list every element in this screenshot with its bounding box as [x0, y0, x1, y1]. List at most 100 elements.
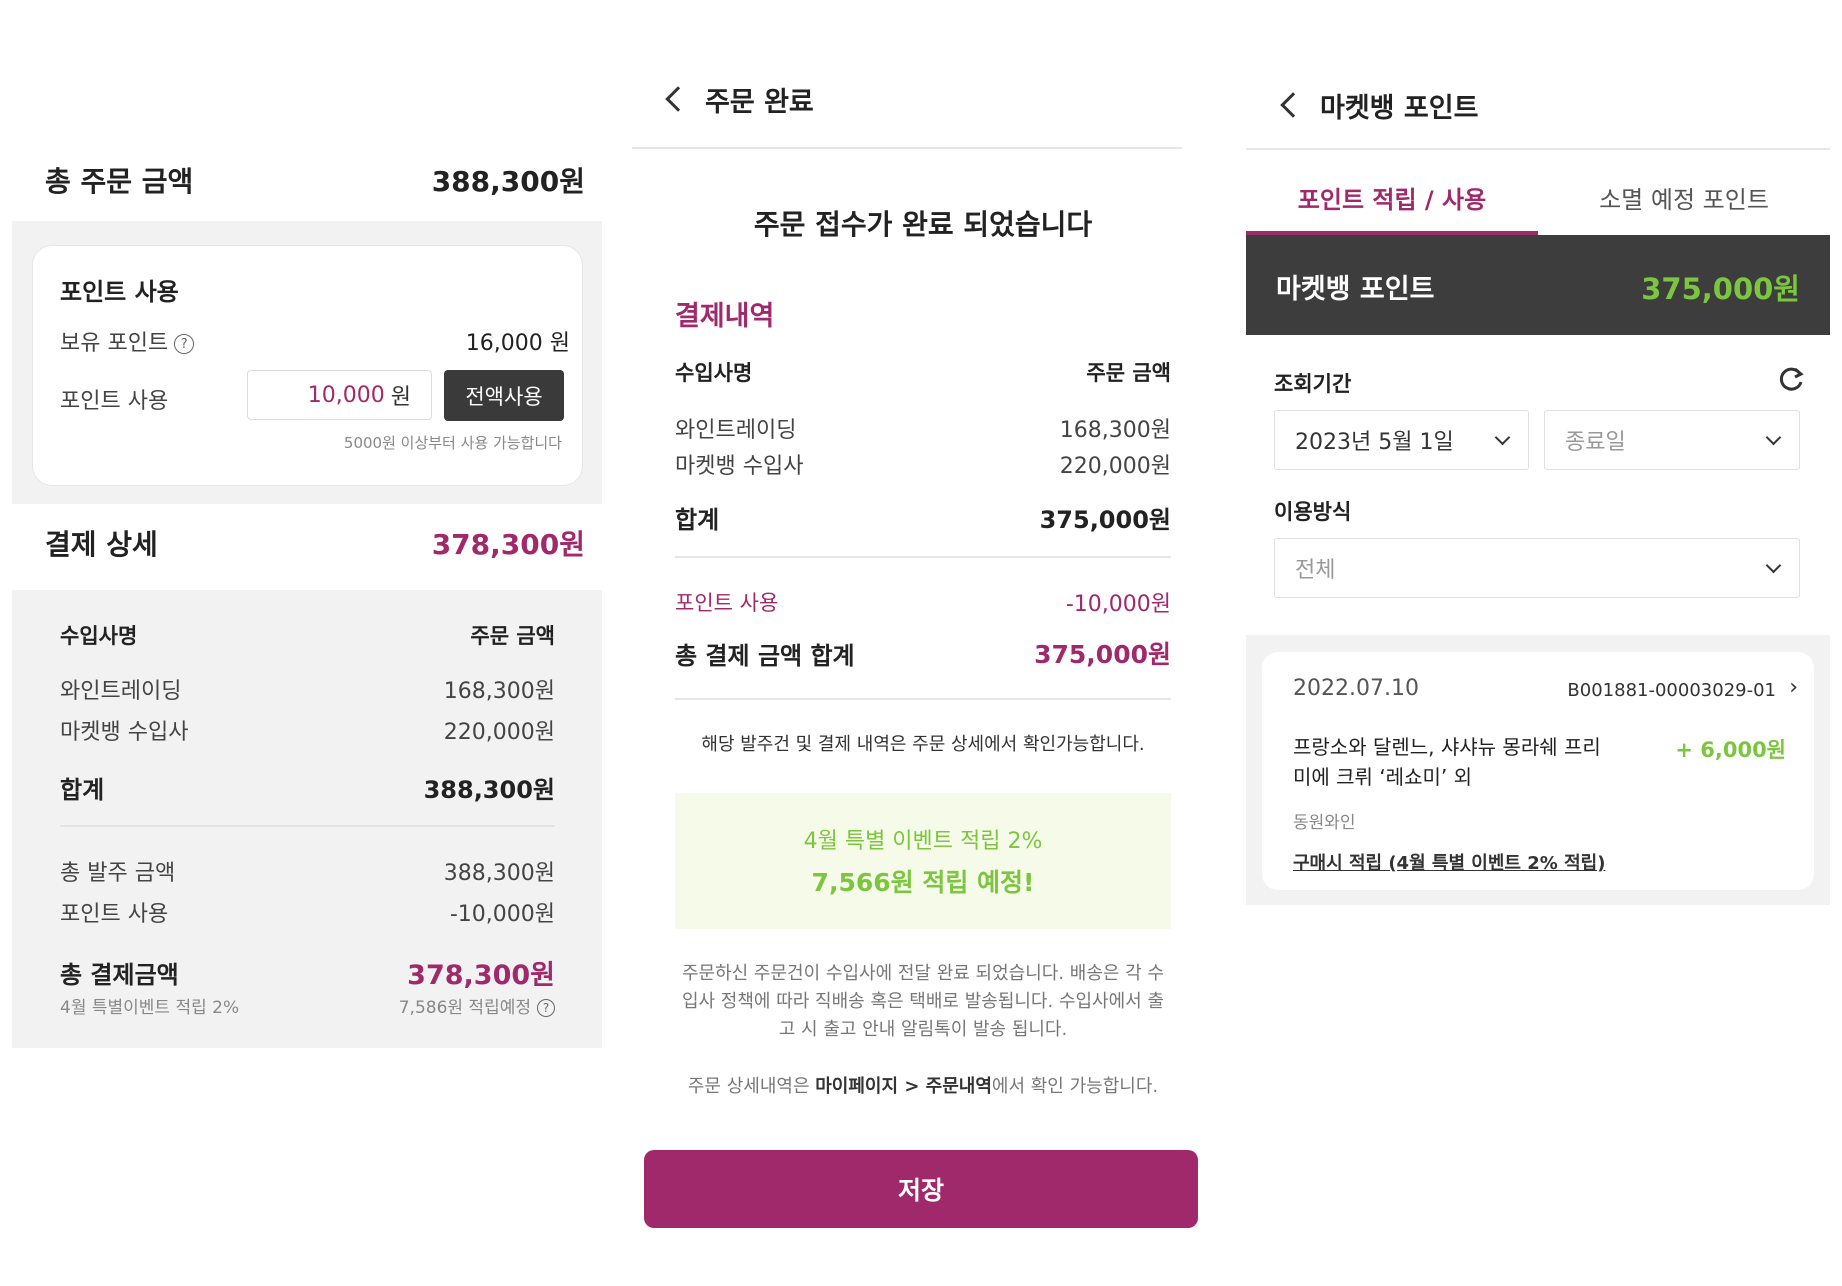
balance-value: 375,000원 [1641, 272, 1800, 306]
owned-points-value: 16,000 원 [465, 331, 570, 356]
header-divider [632, 147, 1182, 149]
divider [60, 825, 555, 827]
tab-earn-use[interactable]: 포인트 적립 / 사용 [1246, 180, 1538, 215]
period-label: 조회기간 [1274, 372, 1352, 396]
method-value: 전체 [1295, 558, 1336, 583]
section-title: 결제내역 [675, 301, 775, 332]
table-row: 와인트레이딩 168,300원 [675, 412, 1171, 444]
tab-expiring[interactable]: 소멸 예정 포인트 [1538, 180, 1830, 215]
owned-points-row: 보유 포인트? 16,000 원 [60, 325, 570, 357]
record-reason-link[interactable]: 구매시 적립 (4월 특별 이벤트 2% 적립) [1293, 849, 1605, 875]
delivery-note-line: 입사 정책에 따라 직배송 혹은 택배로 발송됩니다. 수입사에서 출 [681, 991, 1165, 1012]
event-note-value: 7,586원 적립예정 [398, 998, 531, 1018]
row-amount: 220,000원 [443, 720, 555, 745]
col-importer: 수입사명 [675, 361, 753, 385]
col-amount: 주문 금액 [470, 624, 555, 648]
payment-detail-row: 결제 상세 378,300원 [45, 523, 585, 563]
record-item-line: 프랑소와 달렌느, 샤샤뉴 몽라쉐 프리 [1293, 735, 1601, 759]
total-order-row: 총 주문 금액 388,300원 [45, 160, 585, 200]
table-row: 마켓뱅 수입사 220,000원 [60, 714, 555, 746]
row-amount: 220,000원 [1059, 454, 1171, 479]
chevron-down-icon [1765, 429, 1782, 445]
chevron-down-icon [1765, 557, 1782, 573]
use-all-button[interactable]: 전액사용 [444, 370, 564, 421]
point-used-value: -10,000원 [449, 902, 555, 927]
final-total-value: 378,300원 [407, 960, 555, 991]
record-date: 2022.07.10 [1293, 676, 1419, 701]
point-used-label: 포인트 사용 [675, 591, 779, 615]
event-line1: 4월 특별 이벤트 적립 2% [803, 829, 1043, 854]
record-seller: 동원와인 [1293, 813, 1356, 833]
delivery-note: 주문하신 주문건이 수입사에 전달 완료 되었습니다. 배송은 각 수 입사 정… [672, 960, 1174, 1044]
grand-total-value: 375,000원 [1034, 640, 1171, 669]
divider [675, 698, 1171, 700]
chevron-right-icon[interactable]: › [1789, 675, 1798, 700]
order-total-label: 총 발주 금액 [60, 861, 176, 886]
final-total-row: 총 결제금액 378,300원 [60, 953, 555, 992]
header-title: 마켓뱅 포인트 [1320, 93, 1479, 124]
method-select[interactable]: 전체 [1274, 538, 1800, 598]
header-title: 주문 완료 [705, 87, 814, 118]
detail-note: 해당 발주건 및 결제 내역은 주문 상세에서 확인가능합니다. [701, 734, 1145, 755]
point-used-row: 포인트 사용 -10,000원 [675, 586, 1171, 618]
row-amount: 168,300원 [443, 679, 555, 704]
chevron-down-icon [1494, 429, 1511, 445]
event-box [675, 793, 1171, 929]
use-points-label: 포인트 사용 [60, 389, 169, 414]
record-item: 프랑소와 달렌느, 샤샤뉴 몽라쉐 프리 미에 크뤼 ‘레쇼미’ 외 [1293, 732, 1601, 792]
row-amount: 168,300원 [1059, 418, 1171, 443]
balance-label: 마켓뱅 포인트 [1276, 274, 1435, 305]
points-title: 포인트 사용 [60, 278, 179, 306]
save-button[interactable]: 저장 [644, 1150, 1198, 1228]
row-name: 와인트레이딩 [675, 418, 797, 443]
end-date-select[interactable]: 종료일 [1544, 410, 1800, 470]
record-points: + 6,000원 [1675, 738, 1786, 762]
order-complete-panel: 주문 완료 주문 접수가 완료 되었습니다 결제내역 수입사명 주문 금액 와인… [632, 0, 1198, 1286]
subtotal-value: 375,000원 [1039, 506, 1171, 534]
payment-detail-label: 결제 상세 [45, 528, 158, 561]
refresh-icon[interactable] [1776, 365, 1806, 395]
start-date-value: 2023년 5월 1일 [1295, 430, 1454, 455]
subtotal-value: 388,300원 [423, 776, 555, 804]
mypage-link[interactable]: 마이페이지 > 주문내역 [815, 1076, 992, 1097]
chevron-left-icon[interactable] [1280, 92, 1306, 118]
delivery-note-line: 고 시 출고 안내 알림톡이 발송 됩니다. [778, 1019, 1068, 1040]
mypage-note: 주문 상세내역은 마이페이지 > 주문내역에서 확인 가능합니다. [632, 1073, 1214, 1101]
event-note-row: 4월 특별이벤트 적립 2% 7,586원 적립예정? [60, 993, 555, 1018]
row-name: 와인트레이딩 [60, 679, 182, 704]
table-row: 마켓뱅 수입사 220,000원 [675, 448, 1171, 480]
total-order-value: 388,300원 [431, 165, 585, 198]
chevron-left-icon[interactable] [665, 86, 691, 112]
divider [675, 556, 1171, 558]
final-total-label: 총 결제금액 [60, 961, 179, 989]
table-header: 수입사명 주문 금액 [60, 620, 555, 650]
method-label: 이용방식 [1274, 500, 1352, 524]
points-hint: 5000원 이상부터 사용 가능합니다 [343, 434, 562, 452]
mypage-note-post: 에서 확인 가능합니다. [991, 1076, 1159, 1097]
order-summary-panel: 총 주문 금액 388,300원 포인트 사용 보유 포인트? 16,000 원… [12, 0, 602, 1050]
header-divider [1246, 148, 1830, 150]
question-circle-icon[interactable]: ? [174, 334, 195, 354]
subtotal-row: 합계 388,300원 [60, 770, 555, 805]
record-order-no[interactable]: B001881-00003029-01 [1567, 680, 1776, 701]
point-use-input[interactable]: 10,000 원 [247, 370, 432, 420]
total-order-label: 총 주문 금액 [45, 165, 194, 198]
question-circle-icon[interactable]: ? [537, 999, 555, 1017]
col-amount: 주문 금액 [1086, 361, 1171, 385]
subtotal-row: 합계 375,000원 [675, 500, 1171, 535]
row-name: 마켓뱅 수입사 [60, 720, 189, 745]
payment-detail-value: 378,300원 [431, 528, 585, 561]
start-date-select[interactable]: 2023년 5월 1일 [1274, 410, 1529, 470]
order-total-value: 388,300원 [443, 861, 555, 886]
order-total-row: 총 발주 금액 388,300원 [60, 855, 555, 887]
record-item-line: 미에 크뤼 ‘레쇼미’ 외 [1293, 765, 1472, 789]
table-row: 와인트레이딩 168,300원 [60, 673, 555, 705]
subtotal-label: 합계 [675, 506, 720, 534]
mypage-note-pre: 주문 상세내역은 [687, 1076, 816, 1097]
end-date-placeholder: 종료일 [1565, 430, 1626, 455]
event-note-label: 4월 특별이벤트 적립 2% [60, 998, 240, 1018]
delivery-note-line: 주문하신 주문건이 수입사에 전달 완료 되었습니다. 배송은 각 수 [681, 963, 1165, 984]
subtotal-label: 합계 [60, 776, 105, 804]
market-points-panel: 마켓뱅 포인트 포인트 적립 / 사용 소멸 예정 포인트 마켓뱅 포인트 37… [1246, 0, 1830, 910]
point-use-unit: 원 [390, 385, 411, 410]
